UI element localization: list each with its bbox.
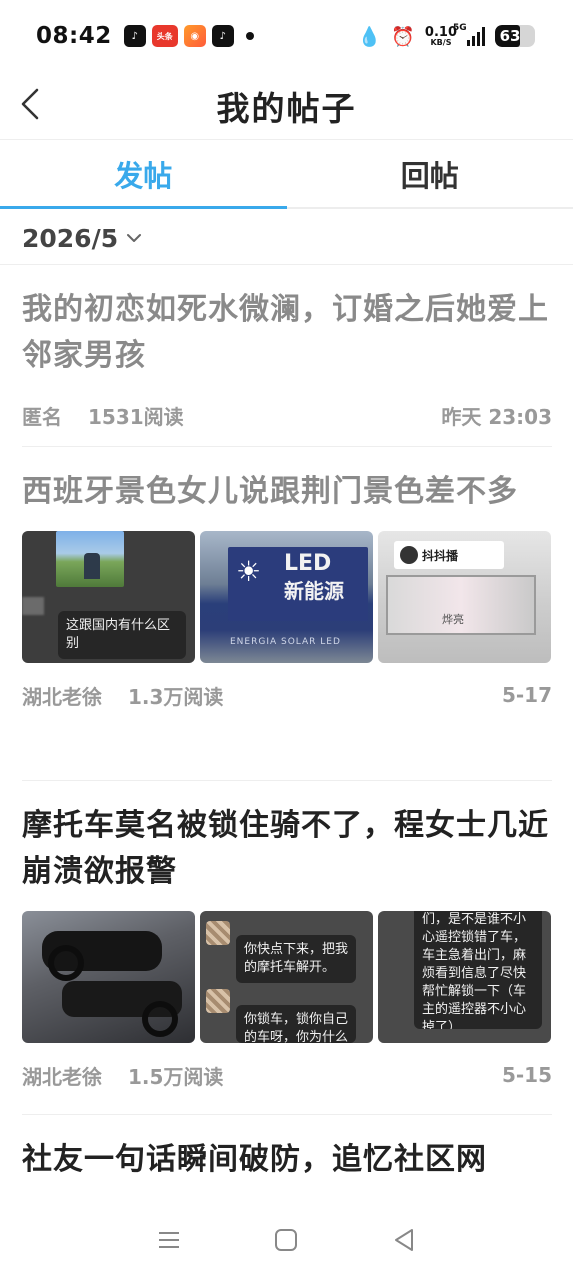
menu-icon xyxy=(158,1232,179,1248)
post-title[interactable]: 社友一句话瞬间破防，追忆社区网 xyxy=(22,1137,552,1183)
post-views: 1531阅读 xyxy=(88,404,184,429)
person-figure xyxy=(84,553,100,579)
sun-icon: ☀ xyxy=(236,555,262,588)
signal-icon: 5G xyxy=(453,23,485,46)
status-time: 08:42 xyxy=(36,23,112,49)
chevron-down-icon xyxy=(127,234,142,242)
notification-icons: ♪ 头条 ◉ ♪ xyxy=(123,25,254,47)
data-saver-icon: 💧 xyxy=(357,25,382,48)
post-title[interactable]: 西班牙景色女儿说跟荆门景色差不多 xyxy=(22,469,552,515)
system-nav-bar xyxy=(0,1200,573,1280)
date-filter-value: 2026/5 xyxy=(22,223,119,253)
post-views: 1.3万阅读 xyxy=(128,684,224,709)
post-title[interactable]: 我的初恋如死水微澜，订婚之后她爱上邻家男孩 xyxy=(22,287,552,379)
tab-replies[interactable]: 回帖 xyxy=(287,141,573,207)
post-image[interactable]: 抖抖播 烨亮 xyxy=(378,531,551,663)
post-image[interactable]: ☀ LED 新能源 ENERGIA SOLAR LED xyxy=(200,531,373,663)
logo-icon xyxy=(400,546,418,564)
tiktok-icon: ♪ xyxy=(211,25,234,47)
post-meta: 匿名 1531阅读 昨天 23:03 xyxy=(22,383,552,447)
chat-bubble: 你快点下来，把我的摩托车解开。 xyxy=(236,935,356,983)
menu-button[interactable] xyxy=(149,1220,189,1260)
post-list: 我的初恋如死水微澜，订婚之后她爱上邻家男孩 匿名 1531阅读 昨天 23:03… xyxy=(22,265,552,1235)
post-image[interactable]: 们，是不是谁不小心遥控锁错了车，车主急着出门，麻烦看到信息了尽快帮忙解锁一下（车… xyxy=(378,911,551,1043)
shop-sign: 抖抖播 xyxy=(394,541,504,569)
toutiao-icon: 头条 xyxy=(151,25,178,47)
billboard-footer: ENERGIA SOLAR LED xyxy=(230,637,341,647)
post-item[interactable]: 摩托车莫名被锁住骑不了，程女士几近崩溃欲报警 你快点下来，把我的摩托车解开。 你… xyxy=(22,781,552,1115)
post-images: 你快点下来，把我的摩托车解开。 你锁车，锁你自己的车呀，你为什么 们，是不是谁不… xyxy=(22,911,552,1043)
shop-label: 烨亮 xyxy=(442,613,464,626)
video-caption: 这跟国内有什么区别 xyxy=(58,611,186,659)
battery-icon: 63 xyxy=(495,25,535,47)
home-square-icon xyxy=(275,1229,298,1251)
post-author: 匿名 xyxy=(22,404,62,429)
post-meta: 湖北老徐 1.3万阅读 5-17 xyxy=(22,663,552,727)
date-filter-dropdown[interactable]: 2026/5 xyxy=(22,215,142,261)
back-nav-button[interactable] xyxy=(384,1220,424,1260)
chat-bubble: 们，是不是谁不小心遥控锁错了车，车主急着出门，麻烦看到信息了尽快帮忙解锁一下（车… xyxy=(414,911,542,1029)
status-right: 💧 ⏰ 0.10 KB/S 5G 63 xyxy=(357,23,535,48)
tab-bar: 发帖 回帖 xyxy=(0,141,573,209)
tiktok-icon: ♪ xyxy=(123,25,146,47)
avatar xyxy=(206,989,230,1013)
post-date: 5-15 xyxy=(501,1063,552,1087)
home-button[interactable] xyxy=(266,1220,306,1260)
triangle-back-icon xyxy=(395,1229,414,1251)
alarm-icon: ⏰ xyxy=(391,25,415,48)
post-image[interactable]: 这跟国内有什么区别 xyxy=(22,531,195,663)
post-date: 昨天 23:03 xyxy=(441,404,552,429)
post-image[interactable] xyxy=(22,911,195,1043)
chevron-left-icon xyxy=(21,88,39,120)
post-item[interactable]: 西班牙景色女儿说跟荆门景色差不多 这跟国内有什么区别 ☀ LED 新能源 ENE… xyxy=(22,447,552,781)
tab-posts[interactable]: 发帖 xyxy=(0,141,287,209)
header: 我的帖子 xyxy=(0,72,573,140)
post-author: 湖北老徐 xyxy=(22,1064,102,1089)
more-notifications-dot xyxy=(245,32,254,40)
post-image[interactable]: 你快点下来，把我的摩托车解开。 你锁车，锁你自己的车呀，你为什么 xyxy=(200,911,373,1043)
kuaishou-icon: ◉ xyxy=(183,25,206,47)
page-title: 我的帖子 xyxy=(216,88,357,128)
avatar xyxy=(206,921,230,945)
post-meta: 湖北老徐 1.5万阅读 5-15 xyxy=(22,1043,552,1107)
post-title[interactable]: 摩托车莫名被锁住骑不了，程女士几近崩溃欲报警 xyxy=(22,803,552,895)
post-views: 1.5万阅读 xyxy=(128,1064,224,1089)
chat-bubble: 你锁车，锁你自己的车呀，你为什么 xyxy=(236,1005,356,1043)
billboard-text: LED xyxy=(284,551,332,576)
post-author: 湖北老徐 xyxy=(22,684,102,709)
back-button[interactable] xyxy=(10,82,50,126)
post-date: 5-17 xyxy=(501,683,552,707)
post-images: 这跟国内有什么区别 ☀ LED 新能源 ENERGIA SOLAR LED 抖抖… xyxy=(22,531,552,663)
billboard-subtext: 新能源 xyxy=(284,579,344,603)
status-bar: 08:42 ♪ 头条 ◉ ♪ 💧 ⏰ 0.10 KB/S 5G 63 xyxy=(0,0,573,72)
post-item[interactable]: 我的初恋如死水微澜，订婚之后她爱上邻家男孩 匿名 1531阅读 昨天 23:03 xyxy=(22,265,552,447)
